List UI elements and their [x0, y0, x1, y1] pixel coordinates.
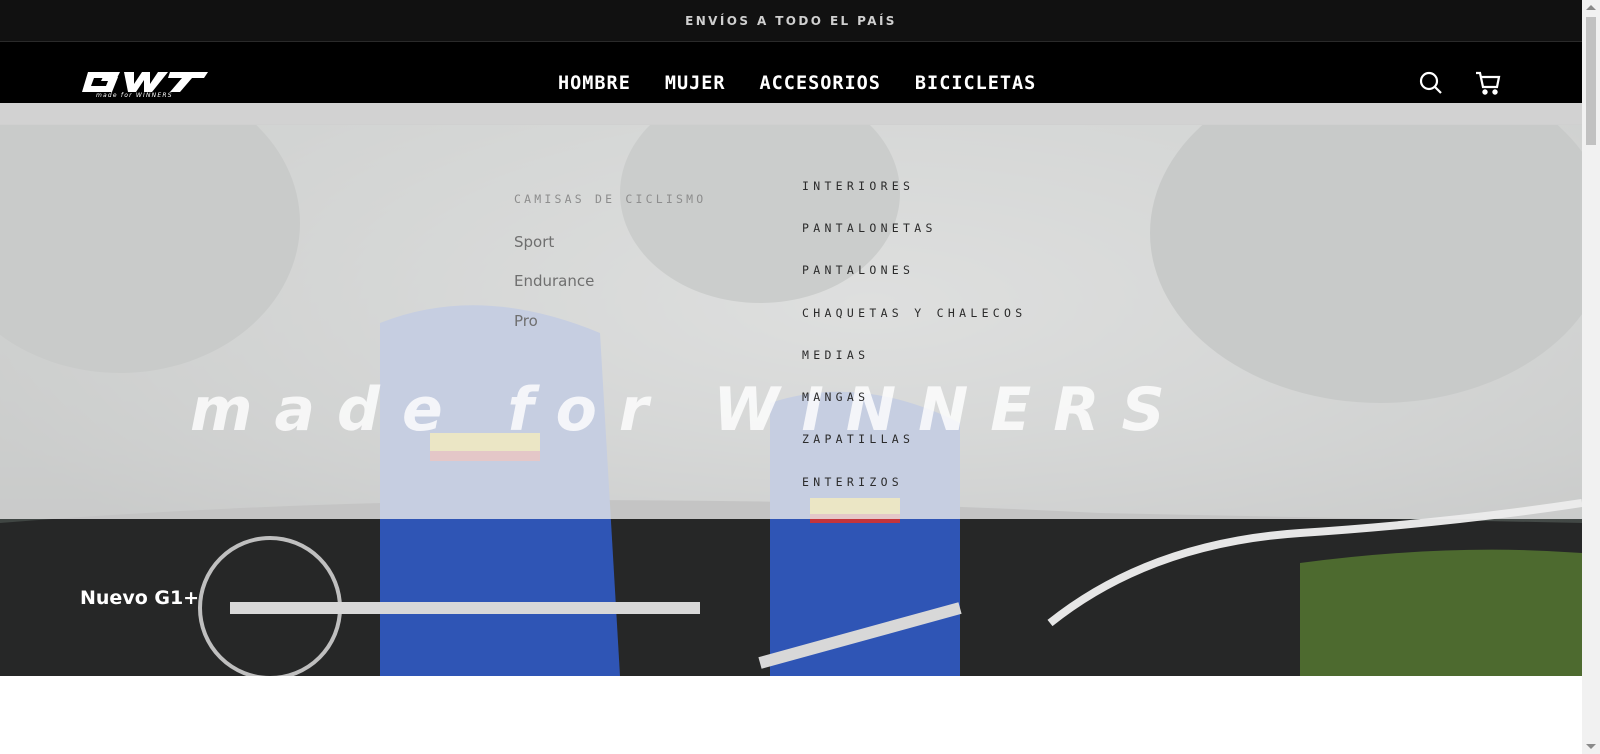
- mega-menu: made for WINNERS CAMISAS DE CICLISMO Spo…: [0, 124, 1582, 519]
- brand-logo[interactable]: made for WINNERS: [80, 70, 210, 99]
- scroll-thumb[interactable]: [1586, 17, 1596, 145]
- menu-item-endurance[interactable]: Endurance: [514, 272, 594, 290]
- nav-item-accesorios[interactable]: ACCESORIOS: [760, 70, 881, 98]
- menu-item-enterizos[interactable]: ENTERIZOS: [802, 475, 903, 489]
- nav-item-mujer[interactable]: MUJER: [665, 70, 726, 98]
- menu-item-chaquetas-chalecos[interactable]: CHAQUETAS Y CHALECOS: [802, 306, 1026, 320]
- main-nav: HOMBRE MUJER ACCESORIOS BICICLETAS: [558, 70, 1036, 98]
- nav-item-hombre[interactable]: HOMBRE: [558, 70, 631, 98]
- menu-item-pantalonetas[interactable]: PANTALONETAS: [802, 221, 937, 235]
- menu-item-sport[interactable]: Sport: [514, 233, 554, 251]
- watermark-logo: made for WINNERS: [190, 375, 1187, 445]
- cart-icon[interactable]: [1473, 68, 1503, 98]
- announcement-bar: ENVÍOS A TODO EL PAÍS: [0, 0, 1582, 42]
- menu-item-pro[interactable]: Pro: [514, 312, 538, 330]
- menu-item-interiores[interactable]: INTERIORES: [802, 179, 914, 193]
- watermark-text: made for WINNERS: [190, 375, 1187, 445]
- menu-item-medias[interactable]: MEDIAS: [802, 348, 869, 362]
- menu-item-pantalones[interactable]: PANTALONES: [802, 263, 914, 277]
- scroll-up-arrow-icon[interactable]: [1586, 5, 1596, 10]
- announcement-text: ENVÍOS A TODO EL PAÍS: [685, 13, 897, 28]
- nav-item-bicicletas[interactable]: BICICLETAS: [915, 70, 1036, 98]
- site-header: made for WINNERS HOMBRE MUJER ACCESORIOS…: [0, 42, 1582, 103]
- menu-heading-camisas[interactable]: CAMISAS DE CICLISMO: [514, 192, 706, 206]
- search-icon[interactable]: [1416, 68, 1446, 98]
- svg-text:made for WINNERS: made for WINNERS: [96, 92, 173, 98]
- page-scrollbar[interactable]: [1582, 0, 1600, 754]
- menu-item-mangas[interactable]: MANGAS: [802, 390, 869, 404]
- scroll-down-arrow-icon[interactable]: [1586, 744, 1596, 749]
- menu-item-zapatillas[interactable]: ZAPATILLAS: [802, 432, 914, 446]
- hero-title[interactable]: Nuevo G1+: [80, 587, 199, 609]
- mega-menu-top-strip: [0, 103, 1582, 124]
